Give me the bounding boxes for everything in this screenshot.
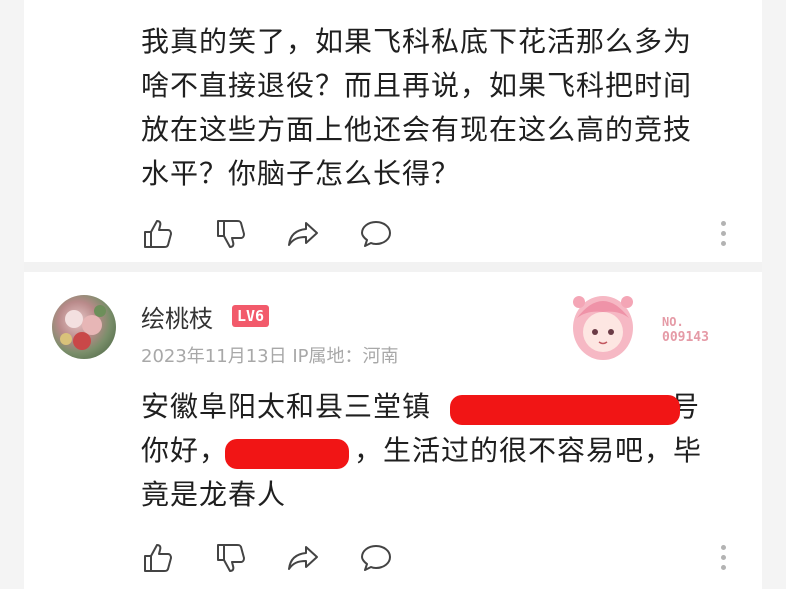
level-badge: LV6	[232, 305, 270, 327]
comment-action-bar	[141, 541, 741, 575]
more-icon[interactable]	[721, 221, 727, 247]
comment-icon	[361, 545, 391, 571]
like-button[interactable]	[141, 217, 175, 251]
comment-line: 竟是龙春人	[141, 478, 287, 511]
redaction-mark	[225, 439, 349, 469]
dislike-button[interactable]	[214, 541, 248, 575]
dislike-icon	[217, 544, 245, 572]
decoration-no-label: NO.	[662, 315, 684, 329]
section-divider	[24, 262, 762, 272]
share-button[interactable]	[286, 217, 320, 251]
avatar[interactable]	[52, 295, 116, 359]
left-edge	[0, 0, 24, 589]
comment-meta: 2023年11月13日 IP属地：河南	[141, 346, 399, 367]
redaction-mark	[450, 395, 680, 425]
comment-line: 我真的笑了，如果飞科私底下花活那么多为	[141, 25, 693, 58]
share-button[interactable]	[286, 541, 320, 575]
comment-button[interactable]	[359, 217, 393, 251]
comment-line: 放在这些方面上他还会有现在这么高的竞技	[141, 113, 693, 146]
comment-line: 啥不直接退役？而且再说，如果飞科把时间	[141, 69, 693, 102]
right-edge	[762, 0, 786, 589]
like-button[interactable]	[141, 541, 175, 575]
decoration-number: 009143	[662, 330, 709, 345]
more-icon[interactable]	[721, 545, 727, 571]
username[interactable]: 绘桃枝	[141, 299, 213, 334]
comment-line-start: 安徽阜阳太和县三堂镇	[141, 390, 432, 423]
share-icon	[288, 222, 318, 246]
comment-text: 我真的笑了，如果飞科私底下花活那么多为 啥不直接退役？而且再说，如果飞科把时间 …	[141, 20, 741, 196]
like-icon	[144, 220, 172, 248]
comment-line: 水平？你脑子怎么长得？	[141, 157, 461, 190]
comment-line-start: 你好，	[141, 434, 229, 467]
comment-action-bar	[141, 217, 741, 251]
dislike-button[interactable]	[214, 217, 248, 251]
anime-girl-decoration-icon	[573, 296, 633, 360]
comment-line-end: ，生活过的很不容易吧，毕	[354, 434, 703, 467]
share-icon	[288, 546, 318, 570]
comment-button[interactable]	[359, 541, 393, 575]
dislike-icon	[217, 220, 245, 248]
like-icon	[144, 544, 172, 572]
comment-icon	[361, 221, 391, 247]
